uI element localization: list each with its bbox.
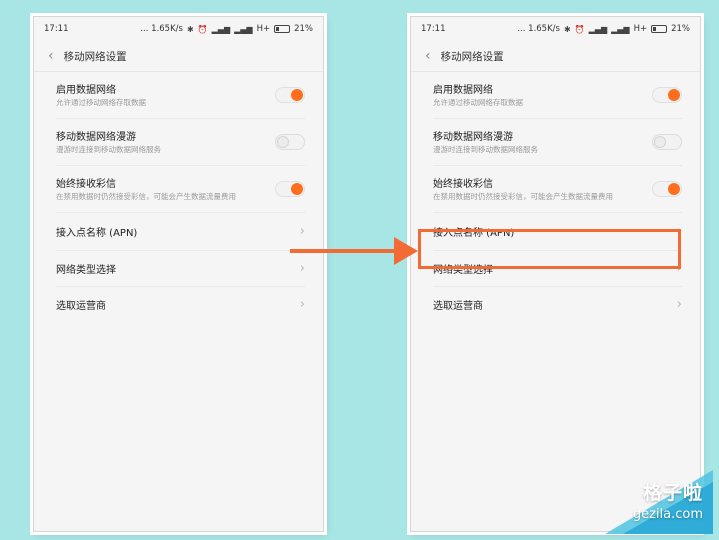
nav-item-label: 接入点名称 (APN) (433, 228, 515, 239)
setting-description: 在禁用数据时仍然接受彩信，可能会产生数据流量费用 (433, 192, 613, 202)
signal-icon-2: ▂▄▆ (611, 24, 630, 34)
alarm-icon: ⏰ (197, 24, 208, 34)
setting-description: 允许通过移动网络存取数据 (433, 98, 523, 108)
setting-label: 始终接收彩信 (56, 179, 116, 191)
bluetooth-icon: ✱ (186, 24, 194, 34)
bluetooth-icon: ✱ (563, 24, 571, 34)
setting-data-roaming[interactable]: 移动数据网络漫游 漫游时连接到移动数据网络服务 (56, 119, 305, 166)
chevron-right-icon: › (676, 224, 682, 239)
battery-icon (274, 25, 291, 33)
nav-item-apn[interactable]: 接入点名称 (APN) › (56, 213, 305, 251)
back-chevron-icon[interactable]: ‹ (48, 49, 54, 63)
nav-item-label: 选取运营商 (433, 301, 483, 312)
watermark-url: gezila.com (632, 507, 703, 522)
toggle-knob (291, 183, 303, 195)
status-bar: 17:11 ... 1.65K/s ✱ ⏰ ▂▄▆ ▂▄▆ H+ 21% (34, 17, 323, 41)
nav-item-network-type[interactable]: 网络类型选择 › (56, 251, 305, 287)
network-speed: ... 1.65K/s (517, 24, 560, 34)
nav-item-label: 网络类型选择 (433, 265, 493, 276)
nav-item-carrier[interactable]: 选取运营商 › (56, 287, 305, 322)
setting-always-mms[interactable]: 始终接收彩信 在禁用数据时仍然接受彩信，可能会产生数据流量费用 (56, 166, 305, 213)
data-roaming-toggle[interactable] (652, 134, 682, 150)
title-bar: ‹ 移动网络设置 (411, 41, 700, 72)
signal-icon: ▂▄▆ (588, 24, 608, 34)
phone-screen-after: 17:11 ... 1.65K/s ✱ ⏰ ▂▄▆ ▂▄▆ H+ 21% ‹ 移… (410, 16, 701, 532)
battery-level: 21% (294, 24, 313, 34)
chevron-right-icon: › (676, 297, 682, 312)
enable-data-toggle[interactable] (275, 87, 305, 103)
toggle-knob (668, 89, 680, 101)
enable-data-toggle[interactable] (652, 87, 682, 103)
data-roaming-toggle[interactable] (275, 134, 305, 150)
chevron-right-icon: › (299, 261, 305, 276)
always-mms-toggle[interactable] (275, 181, 305, 197)
network-speed: ... 1.65K/s (140, 24, 183, 34)
site-watermark: 格子啦 gezila.com (605, 470, 713, 534)
setting-label: 启用数据网络 (433, 85, 493, 97)
toggle-knob (668, 183, 680, 195)
chevron-right-icon: › (299, 297, 305, 312)
toggle-knob (291, 89, 303, 101)
always-mms-toggle[interactable] (652, 181, 682, 197)
watermark-title: 格子啦 (642, 482, 703, 504)
setting-label: 移动数据网络漫游 (433, 132, 513, 144)
network-type: H+ (256, 24, 271, 34)
setting-description: 漫游时连接到移动数据网络服务 (433, 145, 538, 155)
settings-list: 启用数据网络 允许通过移动网络存取数据 移动数据网络漫游 漫游时连接到移动数据网… (411, 72, 700, 322)
status-bar: 17:11 ... 1.65K/s ✱ ⏰ ▂▄▆ ▂▄▆ H+ 21% (411, 17, 700, 41)
settings-list: 启用数据网络 允许通过移动网络存取数据 移动数据网络漫游 漫游时连接到移动数据网… (34, 72, 323, 322)
battery-level: 21% (671, 24, 690, 34)
setting-always-mms[interactable]: 始终接收彩信 在禁用数据时仍然接受彩信，可能会产生数据流量费用 (433, 166, 682, 213)
setting-data-roaming[interactable]: 移动数据网络漫游 漫游时连接到移动数据网络服务 (433, 119, 682, 166)
nav-item-label: 接入点名称 (APN) (56, 228, 138, 239)
nav-item-label: 网络类型选择 (56, 265, 116, 276)
chevron-right-icon: › (676, 261, 682, 276)
toggle-knob (277, 136, 289, 148)
nav-item-network-type[interactable]: 网络类型选择 › (433, 251, 682, 287)
back-chevron-icon[interactable]: ‹ (425, 49, 431, 63)
battery-icon (651, 25, 668, 33)
chevron-right-icon: › (299, 224, 305, 239)
page-title: 移动网络设置 (63, 50, 127, 63)
setting-description: 在禁用数据时仍然接受彩信，可能会产生数据流量费用 (56, 192, 236, 202)
signal-icon: ▂▄▆ (211, 24, 231, 34)
nav-item-label: 选取运营商 (56, 301, 106, 312)
setting-label: 始终接收彩信 (433, 179, 493, 191)
phone-screen-before: 17:11 ... 1.65K/s ✱ ⏰ ▂▄▆ ▂▄▆ H+ 21% ‹ 移… (33, 16, 324, 532)
title-bar: ‹ 移动网络设置 (34, 41, 323, 72)
status-time: 17:11 (44, 24, 69, 34)
setting-enable-data[interactable]: 启用数据网络 允许通过移动网络存取数据 (433, 72, 682, 119)
setting-description: 漫游时连接到移动数据网络服务 (56, 145, 161, 155)
setting-label: 移动数据网络漫游 (56, 132, 136, 144)
nav-item-carrier[interactable]: 选取运营商 › (433, 287, 682, 322)
alarm-icon: ⏰ (574, 24, 585, 34)
status-time: 17:11 (421, 24, 446, 34)
page-title: 移动网络设置 (440, 50, 504, 63)
toggle-knob (654, 136, 666, 148)
signal-icon-2: ▂▄▆ (234, 24, 253, 34)
setting-label: 启用数据网络 (56, 85, 116, 97)
network-type: H+ (633, 24, 648, 34)
nav-item-apn[interactable]: 接入点名称 (APN) › (433, 213, 682, 251)
setting-enable-data[interactable]: 启用数据网络 允许通过移动网络存取数据 (56, 72, 305, 119)
setting-description: 允许通过移动网络存取数据 (56, 98, 146, 108)
